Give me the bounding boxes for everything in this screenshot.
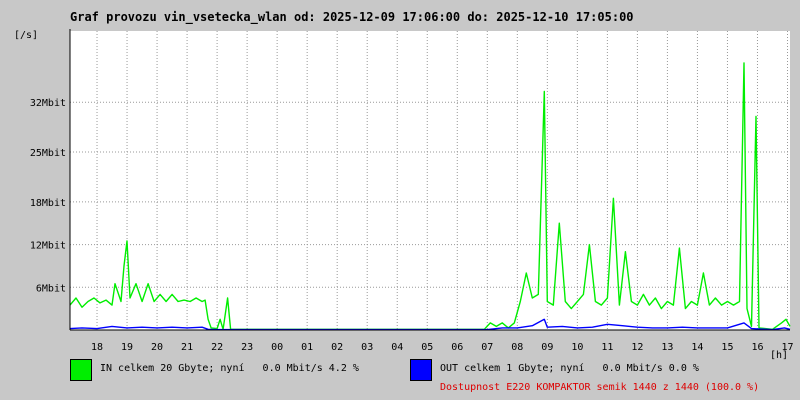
y-tick-label: 18Mbit	[30, 198, 66, 209]
x-tick-label: 19	[121, 342, 133, 353]
x-tick-label: 03	[361, 342, 373, 353]
x-tick-label: 13	[661, 342, 673, 353]
x-tick-label: 05	[421, 342, 433, 353]
x-tick-label: 12	[631, 342, 643, 353]
y-tick-label: 6Mbit	[36, 283, 66, 294]
x-tick-label: 18	[91, 342, 103, 353]
x-tick-label: 02	[331, 342, 343, 353]
x-tick-label: 04	[391, 342, 403, 353]
legend-out-swatch	[410, 359, 432, 381]
availability-text: Dostupnost E220 KOMPAKTOR semik 1440 z 1…	[440, 382, 760, 393]
x-tick-label: 23	[241, 342, 253, 353]
legend-out-label: OUT celkem 1 Gbyte; nyní 0.0 Mbit/s 0.0 …	[440, 363, 699, 374]
x-tick-label: 06	[451, 342, 463, 353]
x-tick-label: 07	[481, 342, 493, 353]
y-tick-label: 32Mbit	[30, 98, 66, 109]
traffic-chart: 6Mbit 12Mbit 18Mbit 25Mbit 32Mbit 18 19 20 21 22 2…	[30, 29, 794, 353]
plot-area	[70, 31, 790, 330]
x-tick-label: 00	[271, 342, 283, 353]
x-tick-label: 20	[151, 342, 163, 353]
x-tick-label: 09	[541, 342, 553, 353]
x-tick-label: 11	[601, 342, 613, 353]
legend-in-swatch	[70, 359, 92, 381]
legend-in-label: IN celkem 20 Gbyte; nyní 0.0 Mbit/s 4.2 …	[100, 363, 359, 374]
x-tick-label: 21	[181, 342, 193, 353]
x-tick-label: 14	[691, 342, 703, 353]
x-tick-label: 01	[301, 342, 313, 353]
x-axis-unit: [h]	[770, 350, 789, 361]
x-tick-label: 22	[211, 342, 223, 353]
y-tick-label: 12Mbit	[30, 241, 66, 252]
x-tick-label: 10	[571, 342, 583, 353]
x-tick-label: 08	[511, 342, 523, 353]
y-tick-label: 25Mbit	[30, 148, 66, 159]
x-tick-label: 16	[751, 342, 763, 353]
x-tick-label: 15	[721, 342, 733, 353]
